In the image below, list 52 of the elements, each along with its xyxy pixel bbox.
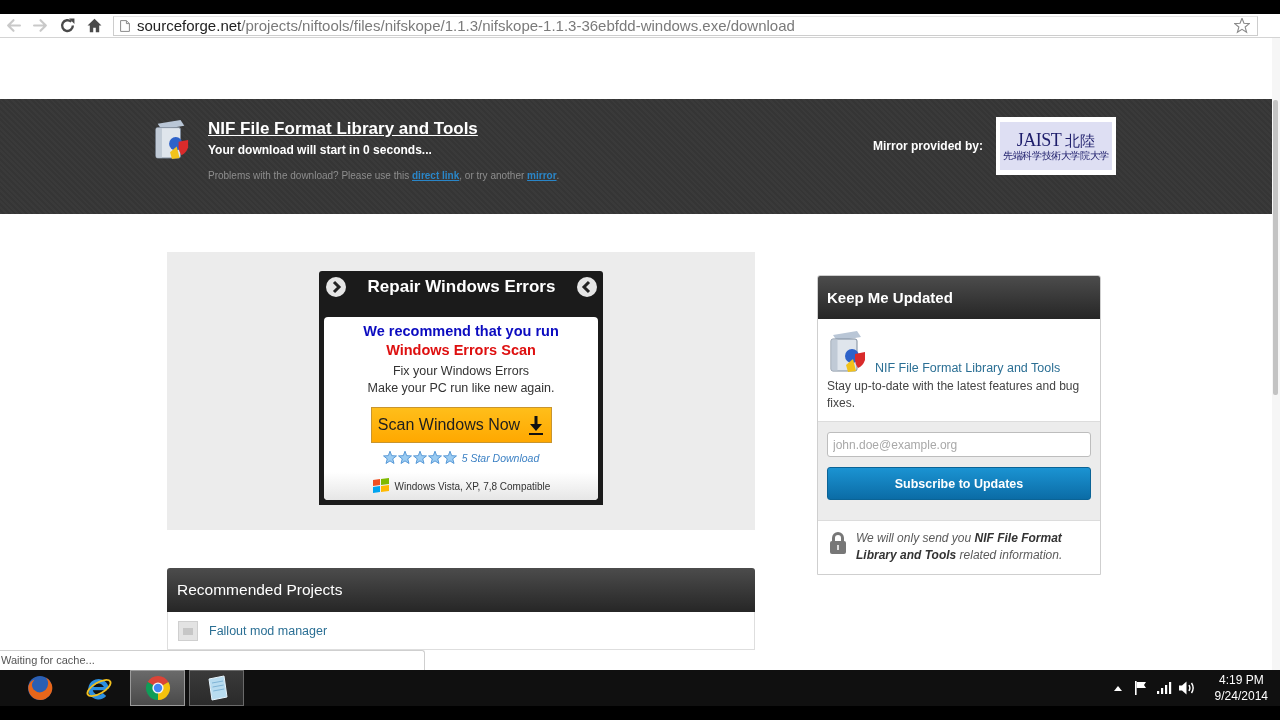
project-title-link[interactable]: NIF File Format Library and Tools bbox=[208, 118, 478, 140]
scrollbar[interactable] bbox=[1272, 38, 1280, 670]
download-arrow-icon bbox=[528, 415, 545, 435]
home-icon[interactable] bbox=[87, 18, 102, 33]
chevron-left-icon[interactable] bbox=[577, 277, 597, 297]
clock-time[interactable]: 4:19 PM bbox=[1218, 672, 1264, 688]
ad-highlight-text: Windows Errors Scan bbox=[386, 341, 536, 360]
software-box-icon bbox=[827, 329, 867, 373]
signal-bars-icon[interactable] bbox=[1154, 680, 1173, 696]
logo-cjk-text: 北陸 bbox=[1065, 130, 1096, 150]
chevron-right-icon[interactable] bbox=[326, 277, 346, 297]
ad-text: Make your PC run like new again. bbox=[367, 380, 555, 397]
reload-icon[interactable] bbox=[60, 18, 75, 33]
rating-label: 5 Star Download bbox=[461, 452, 540, 464]
scan-now-button[interactable]: Scan Windows Now bbox=[370, 407, 552, 443]
mirror-label: Mirror provided by: bbox=[873, 139, 983, 153]
star-icon bbox=[427, 451, 442, 465]
ad-text: Fix your Windows Errors bbox=[392, 363, 530, 380]
four-pane-flag-icon bbox=[371, 478, 390, 494]
status-bubble: Waiting for cache... bbox=[0, 650, 425, 670]
address-field[interactable]: sourceforge.net/projects/niftools/files/nifskope/1.1.3/nifskope-1.1.3-36ebfdd-windows.exe/download bbox=[113, 15, 1258, 36]
lock-icon bbox=[829, 531, 847, 555]
privacy-note: We will only send you NIF File Format Library and Tools related information. bbox=[856, 530, 1064, 564]
speaker-icon[interactable] bbox=[1177, 680, 1196, 696]
project-link[interactable]: NIF File Format Library and Tools bbox=[875, 360, 1061, 376]
segmented-circle-icon[interactable] bbox=[143, 674, 172, 702]
fox-globe-icon[interactable] bbox=[25, 674, 54, 702]
subscribe-button[interactable]: Subscribe to Updates bbox=[827, 467, 1091, 500]
download-help-text: Problems with the download? Please use this direct link, or try another mirror. bbox=[208, 169, 560, 183]
logo-text: JAIST bbox=[1016, 130, 1062, 150]
card-title: Keep Me Updated bbox=[827, 289, 953, 306]
software-box-icon bbox=[152, 118, 190, 160]
card-description: Stay up-to-date with the latest features and bug fixes. bbox=[827, 378, 1081, 412]
page-icon bbox=[120, 19, 130, 32]
taskbar-button[interactable] bbox=[130, 670, 185, 706]
star-icon bbox=[412, 451, 427, 465]
countdown-text: Your download will start in 0 seconds... bbox=[208, 142, 432, 159]
email-field[interactable]: john.doe@example.org bbox=[827, 432, 1091, 457]
star-icon bbox=[442, 451, 457, 465]
project-link[interactable]: Fallout mod manager bbox=[209, 623, 328, 638]
star-icon bbox=[397, 451, 412, 465]
logo-subtitle: 先端科学技術大学院大学 bbox=[1003, 149, 1109, 162]
ad-title: Repair Windows Errors bbox=[367, 277, 556, 297]
clock-date[interactable]: 9/24/2014 bbox=[1214, 688, 1268, 704]
star-icon[interactable] bbox=[1234, 17, 1250, 34]
star-icon bbox=[382, 451, 397, 465]
ad-headline: We recommend that you run bbox=[363, 322, 559, 341]
taskbar-button[interactable] bbox=[189, 670, 244, 706]
panel-title: Recommended Projects bbox=[177, 581, 343, 599]
scrollbar-thumb[interactable] bbox=[1273, 100, 1278, 395]
compatibility-text: Windows Vista, XP, 7,8 Compatible bbox=[394, 480, 551, 492]
image-placeholder-icon bbox=[178, 620, 198, 641]
